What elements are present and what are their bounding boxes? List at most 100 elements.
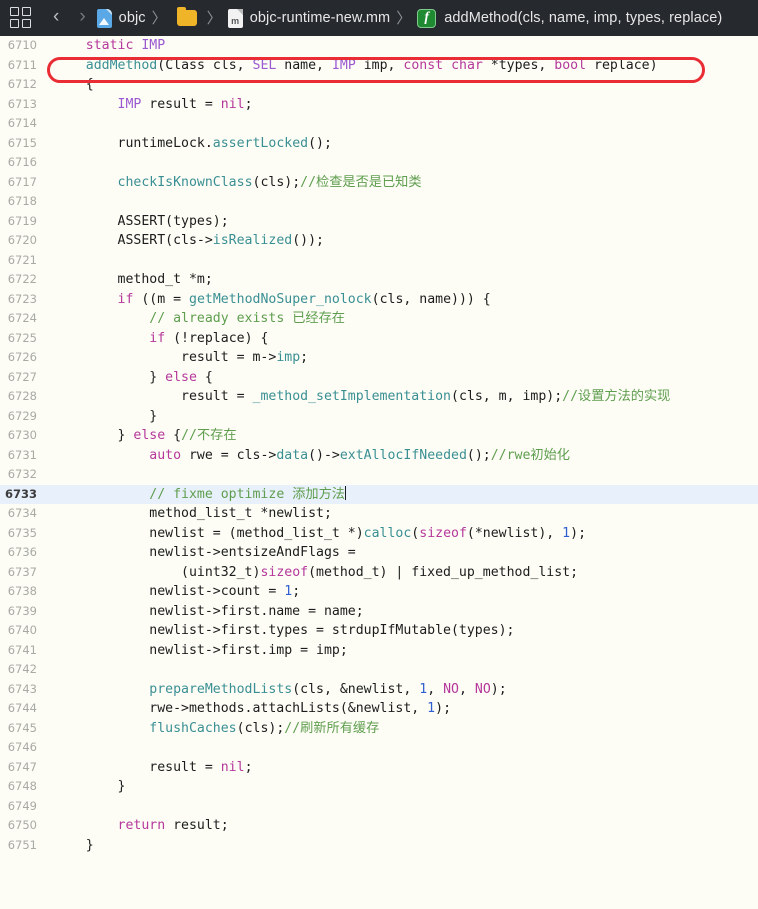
code-line-text: newlist->first.name = name; — [48, 602, 364, 622]
code-token: newlist->first.name = name; — [54, 603, 364, 619]
code-token: data — [276, 447, 309, 463]
code-line[interactable]: 6721 — [0, 251, 758, 271]
code-token: (); — [308, 135, 332, 151]
code-line-text: flushCaches(cls);//刷新所有缓存 — [48, 719, 379, 739]
code-line[interactable]: 6739 newlist->first.name = name; — [0, 602, 758, 622]
code-line[interactable]: 6746 — [0, 738, 758, 758]
code-line[interactable]: 6744 rwe->methods.attachLists(&newlist, … — [0, 699, 758, 719]
code-token: replace) — [586, 57, 658, 73]
line-number: 6747 — [7, 759, 37, 774]
code-line[interactable]: 6745 flushCaches(cls);//刷新所有缓存 — [0, 719, 758, 739]
code-line[interactable]: 6734 method_list_t *newlist; — [0, 504, 758, 524]
code-token: _method_setImplementation — [252, 389, 452, 404]
code-line[interactable]: 6740 newlist->first.types = strdupIfMuta… — [0, 621, 758, 641]
code-line-text: if (!replace) { — [48, 329, 268, 349]
code-line[interactable]: 6710 static IMP — [0, 36, 758, 56]
code-line[interactable]: 6743 prepareMethodLists(cls, &newlist, 1… — [0, 680, 758, 700]
code-line[interactable]: 6714 — [0, 114, 758, 134]
line-number: 6710 — [7, 38, 37, 52]
code-token: //不存在 — [181, 428, 237, 443]
folder-icon[interactable] — [176, 7, 197, 26]
line-number: 6726 — [7, 350, 37, 364]
code-lines-container[interactable]: 6710 static IMP 6711 addMethod(Class cls,… — [0, 36, 758, 855]
code-line[interactable]: 6733 // fixme optimize 添加方法 — [0, 484, 758, 504]
code-line[interactable]: 6713 IMP result = nil; — [0, 95, 758, 115]
code-token: //设置方法的实现 — [562, 389, 671, 404]
code-token: 1 — [427, 701, 436, 716]
code-line[interactable]: 6735 newlist = (method_list_t *)calloc(s… — [0, 524, 758, 544]
code-line[interactable]: 6732 — [0, 465, 758, 485]
code-line-text: newlist->entsizeAndFlags = — [48, 543, 355, 563]
code-line[interactable]: 6738 newlist->count = 1; — [0, 582, 758, 602]
code-line[interactable]: 6750 return result; — [0, 816, 758, 836]
code-line[interactable]: 6751 } — [0, 836, 758, 856]
code-token: } — [54, 837, 94, 853]
code-token: } — [54, 369, 166, 385]
code-line-text: newlist = (method_list_t *)calloc(sizeof… — [48, 524, 586, 544]
code-token: ); — [435, 701, 452, 716]
code-line[interactable]: 6716 — [0, 153, 758, 173]
code-token: if — [149, 330, 166, 346]
code-token: // fixme optimize 添加方法 — [149, 486, 345, 502]
code-line[interactable]: 6711 addMethod(Class cls, SEL name, IMP … — [0, 56, 758, 76]
code-token: , — [427, 681, 444, 697]
code-token: (uint32_t) — [54, 564, 261, 580]
code-line[interactable]: 6724 // already exists 已经存在 — [0, 309, 758, 329]
code-token: rwe = cls-> — [181, 447, 277, 463]
code-line[interactable]: 6719 ASSERT(types); — [0, 212, 758, 232]
line-number: 6716 — [7, 155, 37, 169]
code-token: ASSERT(cls-> — [54, 233, 213, 248]
breadcrumb-item-file[interactable]: objc-runtime-new.mm — [250, 10, 391, 26]
breadcrumb-item-function[interactable]: addMethod(cls, name, imp, types, replace… — [444, 10, 722, 26]
code-line[interactable]: 6736 newlist->entsizeAndFlags = — [0, 543, 758, 563]
breadcrumb-bar: ‹ › objc 〉 〉 m objc-runtime-new.mm 〉 f a… — [0, 0, 758, 36]
line-number: 6715 — [7, 135, 37, 150]
code-line[interactable]: 6728 result = _method_setImplementation(… — [0, 387, 758, 407]
code-line[interactable]: 6717 checkIsKnownClass(cls);//检查是否是已知类 — [0, 173, 758, 193]
code-line[interactable]: 6723 if ((m = getMethodNoSuper_nolock(cl… — [0, 290, 758, 310]
code-token: (cls, name))) { — [371, 291, 491, 307]
code-line[interactable]: 6747 result = nil; — [0, 758, 758, 778]
code-line[interactable]: 6722 method_t *m; — [0, 270, 758, 290]
code-editor[interactable]: 6710 static IMP 6711 addMethod(Class cls,… — [0, 36, 758, 909]
code-line[interactable]: 6741 newlist->first.imp = imp; — [0, 641, 758, 661]
code-token: (cls, m, imp); — [451, 389, 563, 404]
code-token: isRealized — [212, 233, 293, 248]
navigate-forward-icon[interactable]: › — [70, 7, 94, 29]
code-line[interactable]: 6748 } — [0, 777, 758, 797]
code-line-text: result = nil; — [48, 758, 252, 778]
code-line[interactable]: 6729 } — [0, 407, 758, 427]
code-line[interactable]: 6715 runtimeLock.assertLocked(); — [0, 134, 758, 154]
grid-tiles-icon[interactable] — [10, 7, 32, 29]
code-line[interactable]: 6726 result = m->imp; — [0, 348, 758, 368]
line-number: 6751 — [7, 837, 37, 852]
objc-source-file-icon-letter: m — [231, 15, 240, 26]
code-line[interactable]: 6749 — [0, 797, 758, 817]
code-token: { — [54, 77, 94, 92]
breadcrumb-item-project[interactable]: objc — [119, 10, 146, 26]
code-token: newlist->first.types = strdupIfMutable(t… — [54, 623, 515, 638]
code-line[interactable]: 6712 { — [0, 75, 758, 95]
navigate-back-icon[interactable]: ‹ — [44, 7, 68, 29]
code-token: rwe->methods.attachLists(&newlist, — [54, 701, 428, 716]
code-line[interactable]: 6718 — [0, 192, 758, 212]
code-line[interactable]: 6737 (uint32_t)sizeof(method_t) | fixed_… — [0, 563, 758, 583]
line-number: 6725 — [7, 330, 37, 345]
code-line[interactable]: 6731 auto rwe = cls->data()->extAllocIfN… — [0, 446, 758, 466]
code-line[interactable]: 6742 — [0, 660, 758, 680]
code-line[interactable]: 6730 } else {//不存在 — [0, 426, 758, 446]
code-line[interactable]: 6720 ASSERT(cls->isRealized()); — [0, 231, 758, 251]
code-line-text: newlist->count = 1; — [48, 582, 300, 602]
grid-tile-3 — [10, 19, 19, 28]
line-number: 6735 — [7, 525, 37, 540]
line-number: 6748 — [7, 779, 37, 793]
code-line[interactable]: 6727 } else { — [0, 368, 758, 388]
code-line[interactable]: 6725 if (!replace) { — [0, 329, 758, 349]
text-cursor — [344, 485, 346, 500]
line-number: 6745 — [7, 720, 37, 735]
code-token: if — [117, 291, 134, 307]
